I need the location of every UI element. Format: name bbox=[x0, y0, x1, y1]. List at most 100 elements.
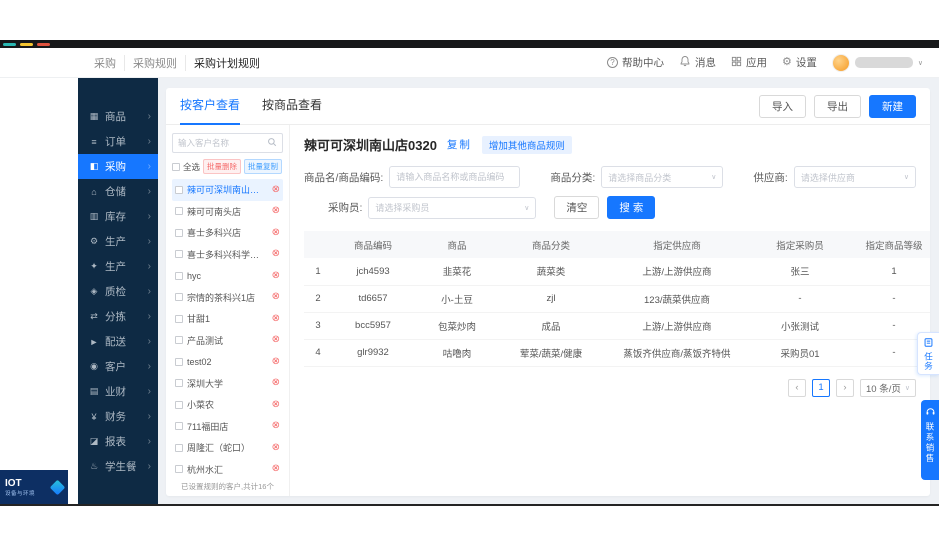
customer-item[interactable]: 宗情的茶科兴1店 ⊗ bbox=[172, 287, 283, 309]
store-title: 辣可可深圳南山店0320 bbox=[304, 138, 437, 153]
prev-page-button[interactable]: ‹ bbox=[788, 378, 807, 397]
remove-customer-icon[interactable]: ⊗ bbox=[272, 249, 280, 259]
customer-checkbox[interactable] bbox=[175, 271, 183, 280]
sidebar-item[interactable]: ◪ 报表 › bbox=[78, 429, 158, 454]
customer-item[interactable]: 喜士多科兴科学园2号1120 ⊗ bbox=[172, 244, 283, 266]
remove-customer-icon[interactable]: ⊗ bbox=[272, 270, 280, 281]
breadcrumb-item[interactable]: 采购计划规则 bbox=[186, 55, 268, 71]
customer-checkbox[interactable] bbox=[175, 185, 183, 194]
customer-checkbox[interactable] bbox=[175, 250, 183, 259]
sidebar-item[interactable]: ◧ 采购 › bbox=[78, 154, 158, 179]
user-menu[interactable]: ∨ bbox=[831, 53, 923, 72]
sidebar-item[interactable]: ⌂ 仓储 › bbox=[78, 179, 158, 204]
customer-checkbox[interactable] bbox=[175, 357, 183, 366]
sidebar-item[interactable]: ◉ 客户 › bbox=[78, 354, 158, 379]
remove-customer-icon[interactable]: ⊗ bbox=[272, 442, 280, 453]
buyer-select[interactable]: 请选择采购员 ∨ bbox=[368, 196, 537, 219]
current-page[interactable]: 1 bbox=[812, 378, 831, 397]
customer-item[interactable]: 周隆汇（蛇口） ⊗ bbox=[172, 437, 283, 459]
breadcrumb-item[interactable]: 采购 bbox=[86, 54, 125, 71]
warehouse-icon: ⌂ bbox=[91, 186, 97, 197]
column-header bbox=[304, 231, 332, 258]
sidebar-item[interactable]: ♨ 学生餐 › bbox=[78, 454, 158, 479]
customer-checkbox[interactable] bbox=[175, 314, 183, 323]
sidebar-item[interactable]: ✦ 生产 › bbox=[78, 254, 158, 279]
task-floating-button[interactable]: 任务 bbox=[917, 332, 939, 375]
customer-item[interactable]: 甘甜1 ⊗ bbox=[172, 308, 283, 330]
customer-name: test02 bbox=[187, 356, 212, 367]
customer-item[interactable]: 辣可可深圳南山店0320 ⊗ bbox=[172, 179, 283, 201]
search-icon[interactable] bbox=[267, 134, 277, 152]
category-select[interactable]: 请选择商品分类 ∨ bbox=[601, 166, 724, 188]
customer-item[interactable]: 产品测试 ⊗ bbox=[172, 330, 283, 352]
remove-customer-icon[interactable]: ⊗ bbox=[272, 421, 280, 431]
batch-actions: 全选 批量删除 批量复制 bbox=[172, 159, 283, 174]
apps-button[interactable]: 应用 bbox=[731, 55, 767, 70]
customer-checkbox[interactable] bbox=[175, 422, 183, 431]
add-rule-button[interactable]: 增加其他商品规则 bbox=[481, 135, 572, 154]
supplier-select[interactable]: 请选择供应商 ∨ bbox=[793, 166, 916, 188]
remove-customer-icon[interactable]: ⊗ bbox=[272, 313, 280, 324]
sidebar-item[interactable]: ⇄ 分拣 › bbox=[78, 304, 158, 329]
sidebar-item[interactable]: ≡ 订单 › bbox=[78, 129, 158, 154]
customer-item[interactable]: 杭州水汇 ⊗ bbox=[172, 459, 283, 479]
create-button[interactable]: 新建 bbox=[869, 94, 916, 118]
messages-button[interactable]: 消息 bbox=[679, 55, 716, 70]
customer-item[interactable]: 711福田店 ⊗ bbox=[172, 416, 283, 438]
customer-item[interactable]: test02 ⊗ bbox=[172, 351, 283, 373]
remove-customer-icon[interactable]: ⊗ bbox=[272, 227, 280, 238]
sidebar-item[interactable]: ► 配送 › bbox=[78, 329, 158, 354]
help-center-button[interactable]: ? 帮助中心 bbox=[607, 55, 664, 70]
customer-search-input[interactable] bbox=[178, 138, 264, 148]
clear-button[interactable]: 清空 bbox=[554, 196, 600, 219]
sidebar-item[interactable]: ¥ 财务 › bbox=[78, 404, 158, 429]
customer-checkbox[interactable] bbox=[175, 465, 183, 474]
breadcrumb-item[interactable]: 采购规则 bbox=[125, 54, 186, 71]
remove-customer-icon[interactable]: ⊗ bbox=[272, 399, 280, 410]
remove-customer-icon[interactable]: ⊗ bbox=[272, 356, 280, 367]
search-button[interactable]: 搜 索 bbox=[607, 196, 656, 219]
customer-item[interactable]: 深圳大学 ⊗ bbox=[172, 373, 283, 395]
customer-checkbox[interactable] bbox=[175, 228, 183, 237]
remove-customer-icon[interactable]: ⊗ bbox=[272, 184, 280, 195]
column-header: 指定采购员 bbox=[752, 231, 848, 258]
select-all-checkbox[interactable] bbox=[172, 162, 180, 171]
chevron-down-icon: ∨ bbox=[903, 174, 909, 181]
remove-customer-icon[interactable]: ⊗ bbox=[272, 206, 280, 216]
next-page-button[interactable]: › bbox=[836, 378, 855, 397]
sidebar-item-label: 分拣 bbox=[105, 311, 126, 323]
copy-link[interactable]: 复制 bbox=[447, 137, 472, 152]
customer-checkbox[interactable] bbox=[175, 379, 183, 388]
customer-checkbox[interactable] bbox=[175, 400, 183, 409]
sidebar-item[interactable]: ▦ 商品 › bbox=[78, 104, 158, 129]
customer-item[interactable]: 辣可可南头店 ⊗ bbox=[172, 201, 283, 223]
batch-delete-button[interactable]: 批量删除 bbox=[203, 159, 242, 174]
sidebar-item[interactable]: ▥ 库存 › bbox=[78, 204, 158, 229]
view-tab[interactable]: 按商品查看 bbox=[262, 88, 322, 125]
batch-copy-button[interactable]: 批量复制 bbox=[244, 159, 283, 174]
remove-customer-icon[interactable]: ⊗ bbox=[272, 464, 280, 474]
product-name-input[interactable] bbox=[389, 166, 521, 188]
remove-customer-icon[interactable]: ⊗ bbox=[272, 378, 280, 388]
customer-checkbox[interactable] bbox=[175, 443, 183, 452]
view-tab[interactable]: 按客户查看 bbox=[180, 88, 241, 125]
cell-buyer: 采购员01 bbox=[752, 339, 848, 367]
export-button[interactable]: 导出 bbox=[814, 94, 861, 118]
customer-checkbox[interactable] bbox=[175, 293, 183, 302]
sidebar-item[interactable]: ▤ 业财 › bbox=[78, 379, 158, 404]
sidebar-item[interactable]: ◈ 质检 › bbox=[78, 279, 158, 304]
contact-sales-floating-button[interactable]: 联系销售 bbox=[921, 400, 939, 480]
cell-index: 3 bbox=[304, 312, 332, 340]
page-size-select[interactable]: 10 条/页 ∨ bbox=[860, 378, 916, 397]
import-button[interactable]: 导入 bbox=[759, 94, 806, 118]
remove-customer-icon[interactable]: ⊗ bbox=[272, 292, 280, 302]
customer-item[interactable]: 喜士多科兴店 ⊗ bbox=[172, 222, 283, 244]
cell-grade: 1 bbox=[848, 258, 930, 286]
settings-button[interactable]: ⚙ 设置 bbox=[782, 55, 817, 70]
sidebar-item[interactable]: ⚙ 生产 › bbox=[78, 229, 158, 254]
customer-item[interactable]: 小菜农 ⊗ bbox=[172, 394, 283, 416]
remove-customer-icon[interactable]: ⊗ bbox=[272, 335, 280, 345]
customer-checkbox[interactable] bbox=[175, 207, 183, 216]
customer-checkbox[interactable] bbox=[175, 336, 183, 345]
customer-item[interactable]: hyc ⊗ bbox=[172, 265, 283, 287]
